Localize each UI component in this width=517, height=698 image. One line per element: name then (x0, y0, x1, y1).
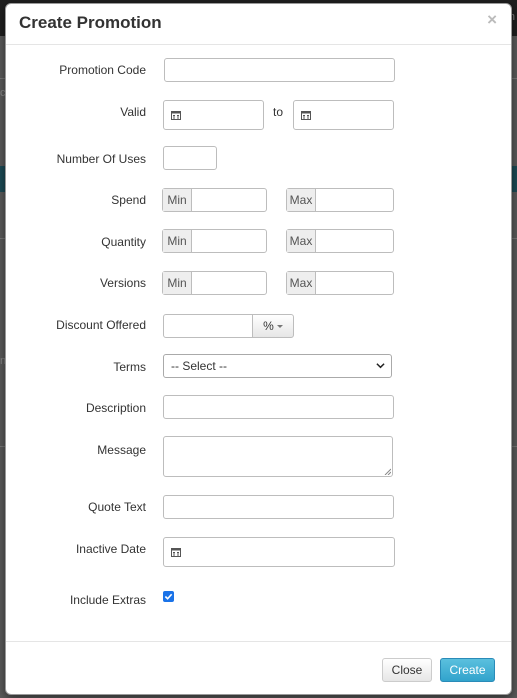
valid-label: Valid (120, 105, 146, 119)
discount-unit-dropdown[interactable]: % (252, 314, 294, 338)
quantity-min-addon: Min (163, 230, 192, 252)
terms-select[interactable]: -- Select -- (163, 354, 392, 378)
quote-text-input[interactable] (163, 495, 394, 519)
quantity-min-input[interactable]: Min (162, 229, 267, 253)
versions-label: Versions (99, 276, 146, 290)
spend-min-addon: Min (163, 189, 192, 211)
promotion-code-label: Promotion Code (59, 63, 146, 77)
number-of-uses-input[interactable] (163, 146, 217, 170)
chevron-down-icon (376, 363, 385, 369)
versions-min-addon: Min (163, 272, 192, 294)
inactive-date-input[interactable] (163, 537, 395, 567)
modal-footer: Close Create (6, 641, 511, 694)
versions-max-input[interactable]: Max (286, 271, 394, 295)
valid-to-label: to (273, 105, 284, 119)
discount-offered-label: Discount Offered (56, 318, 146, 332)
calendar-icon (171, 111, 181, 120)
checkmark-icon (164, 593, 173, 600)
spend-max-addon: Max (287, 189, 316, 211)
message-textarea[interactable] (163, 436, 393, 477)
quantity-label: Quantity (101, 235, 146, 249)
spend-label: Spend (111, 193, 146, 207)
caret-down-icon (276, 325, 283, 328)
include-extras-checkbox[interactable] (163, 591, 174, 602)
quantity-max-addon: Max (287, 230, 316, 252)
create-button[interactable]: Create (440, 658, 495, 682)
modal-header: Create Promotion × (6, 4, 511, 45)
spend-max-input[interactable]: Max (286, 188, 394, 212)
quote-text-label: Quote Text (88, 500, 146, 514)
calendar-icon (171, 548, 181, 557)
close-button[interactable]: Close (382, 658, 432, 682)
valid-to-date-input[interactable] (293, 100, 394, 130)
terms-selected-value: -- Select -- (171, 359, 228, 373)
calendar-icon (301, 111, 311, 120)
versions-min-input[interactable]: Min (162, 271, 267, 295)
description-label: Description (85, 401, 146, 415)
valid-from-date-input[interactable] (163, 100, 264, 130)
resize-handle-icon[interactable] (384, 468, 391, 475)
quantity-max-input[interactable]: Max (286, 229, 394, 253)
inactive-date-label: Inactive Date (75, 542, 146, 556)
modal-title: Create Promotion (19, 13, 162, 32)
close-icon[interactable]: × (487, 11, 497, 28)
spend-min-input[interactable]: Min (162, 188, 267, 212)
message-label: Message (97, 443, 146, 457)
versions-max-addon: Max (287, 272, 316, 294)
discount-offered-input[interactable] (163, 314, 253, 338)
number-of-uses-label: Number Of Uses (56, 152, 146, 166)
promotion-code-input[interactable] (164, 58, 395, 82)
include-extras-label: Include Extras (69, 593, 146, 607)
description-input[interactable] (163, 395, 394, 419)
create-promotion-modal: Create Promotion × Promotion Code Valid … (5, 3, 512, 695)
discount-unit-label: % (263, 319, 274, 333)
terms-label: Terms (113, 360, 146, 374)
